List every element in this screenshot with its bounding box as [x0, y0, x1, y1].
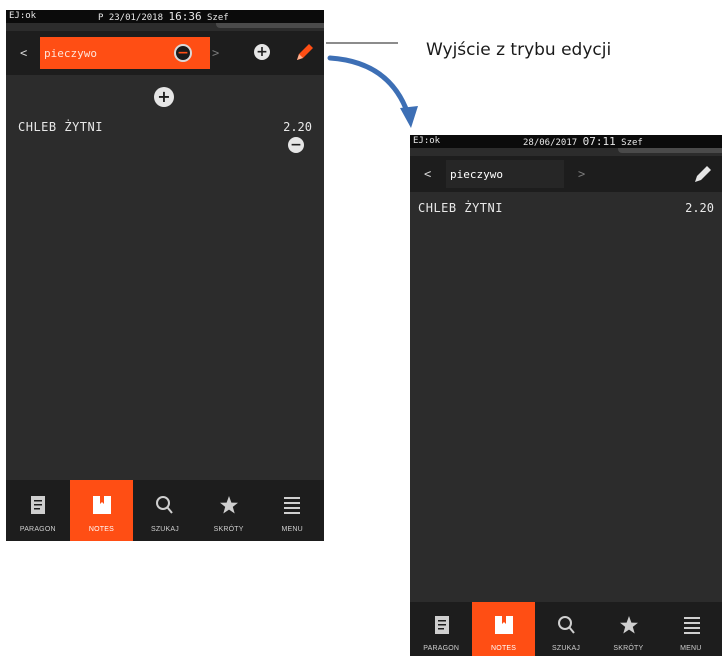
remove-item-icon[interactable]: −	[288, 137, 304, 153]
menu-icon	[284, 497, 301, 514]
item-price: 2.20	[283, 120, 312, 134]
ej-status: EJ:ok	[413, 136, 441, 146]
nav-skroty[interactable]: SKRÓTY	[197, 480, 261, 541]
bottom-nav: PARAGON NOTES SZUKAJ SKRÓTY MENU	[6, 480, 324, 541]
status-date: 28/06/2017	[523, 138, 578, 148]
ej-status: EJ:ok	[9, 11, 37, 21]
nav-menu[interactable]: MENU	[660, 602, 722, 656]
category-name-field[interactable]: pieczywo −	[40, 37, 210, 69]
nav-notes[interactable]: NOTES	[69, 480, 134, 541]
status-user: Szef	[207, 13, 229, 23]
category-name-field[interactable]: pieczywo	[446, 160, 564, 188]
search-icon	[156, 496, 173, 514]
nav-notes[interactable]: NOTES	[472, 602, 535, 656]
item-name[interactable]: CHLEB ŻYTNI	[418, 201, 503, 215]
status-underbar	[618, 148, 722, 153]
receipt-icon	[435, 616, 449, 634]
category-name: pieczywo	[44, 47, 97, 60]
status-underbar	[216, 23, 324, 28]
nav-label: SKRÓTY	[213, 526, 244, 533]
prev-category-button[interactable]: <	[424, 167, 431, 181]
nav-label: PARAGON	[19, 526, 56, 533]
nav-label: NOTES	[491, 645, 517, 652]
item-name[interactable]: CHLEB ŻYTNI	[18, 120, 103, 134]
status-bar: EJ:ok 28/06/2017 07:11 Szef	[410, 135, 722, 148]
status-date: P 23/01/2018	[98, 13, 164, 23]
annotation-label: Wyjście z trybu edycji	[426, 40, 612, 60]
screen-edit-mode: EJ:ok P 23/01/2018 16:36 Szef < pieczywo…	[6, 10, 324, 541]
remove-category-icon[interactable]: −	[174, 44, 192, 62]
add-item-icon[interactable]: +	[154, 87, 174, 107]
notes-icon	[495, 616, 514, 634]
nav-label: SKRÓTY	[613, 645, 644, 652]
category-bar: < pieczywo − > +	[6, 31, 324, 75]
prev-category-button[interactable]: <	[20, 46, 27, 60]
search-icon	[557, 616, 575, 634]
pencil-icon[interactable]	[692, 163, 714, 185]
nav-szukaj[interactable]: SZUKAJ	[535, 602, 597, 656]
annotation-connector	[326, 42, 418, 128]
category-bar: < pieczywo >	[410, 156, 722, 192]
nav-szukaj[interactable]: SZUKAJ	[133, 480, 197, 541]
notes-icon	[92, 496, 111, 514]
nav-label: NOTES	[88, 526, 114, 533]
nav-paragon[interactable]: PARAGON	[410, 602, 472, 656]
bottom-nav: PARAGON NOTES SZUKAJ SKRÓTY MENU	[410, 602, 722, 656]
nav-label: SZUKAJ	[551, 645, 581, 652]
nav-menu[interactable]: MENU	[260, 480, 324, 541]
category-name: pieczywo	[450, 168, 503, 181]
status-datetime: P 23/01/2018 16:36 Szef	[98, 10, 229, 25]
star-icon	[219, 496, 238, 514]
nav-label: MENU	[281, 526, 303, 533]
item-price: 2.20	[685, 201, 714, 215]
nav-label: PARAGON	[423, 645, 460, 652]
menu-icon	[683, 617, 700, 634]
status-user: Szef	[621, 138, 643, 148]
next-category-button[interactable]: >	[578, 167, 585, 181]
add-category-icon[interactable]: +	[254, 44, 270, 60]
nav-label: SZUKAJ	[150, 526, 179, 533]
status-time: 07:11	[582, 135, 616, 148]
status-time: 16:36	[168, 10, 202, 23]
nav-label: MENU	[680, 645, 702, 652]
next-category-button[interactable]: >	[212, 46, 219, 60]
star-icon	[620, 616, 639, 634]
pencil-icon[interactable]	[294, 41, 316, 63]
receipt-icon	[31, 496, 45, 514]
nav-paragon[interactable]: PARAGON	[6, 480, 70, 541]
status-bar: EJ:ok P 23/01/2018 16:36 Szef	[6, 10, 324, 23]
nav-skroty[interactable]: SKRÓTY	[597, 602, 659, 656]
screen-normal-mode: EJ:ok 28/06/2017 07:11 Szef < pieczywo >…	[410, 135, 722, 656]
